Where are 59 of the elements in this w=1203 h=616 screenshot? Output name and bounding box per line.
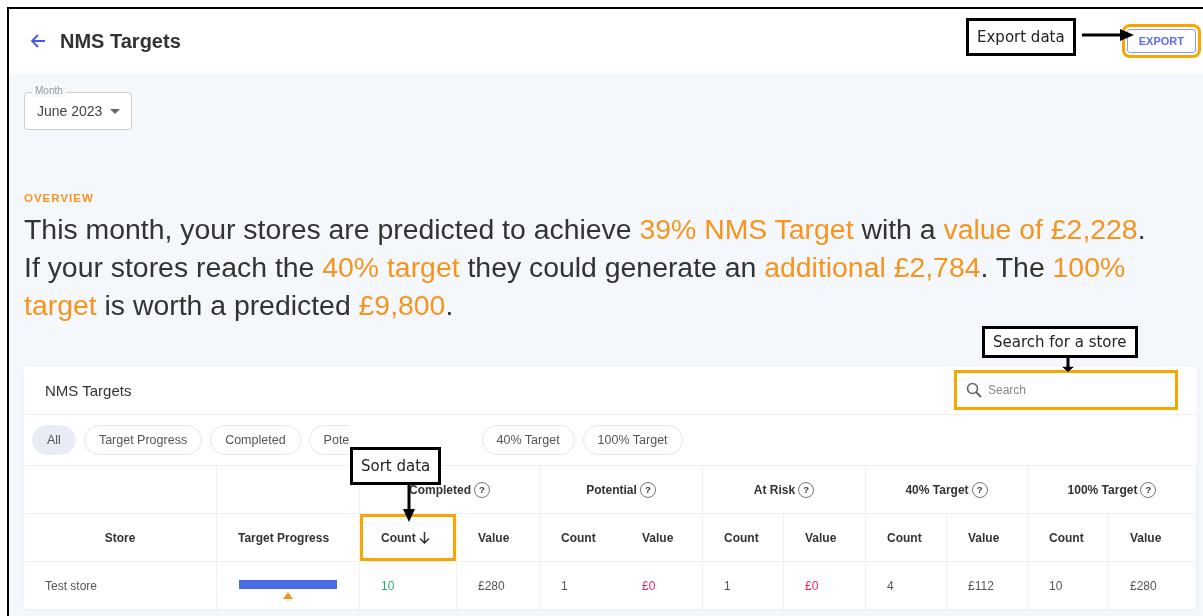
column-group-label: Potential xyxy=(586,482,637,497)
column-label: Value xyxy=(642,530,674,545)
column-header: Target Progress xyxy=(217,514,360,562)
back-arrow-icon[interactable] xyxy=(30,33,46,49)
column-label: Value xyxy=(1130,530,1162,545)
callout-label: Export data xyxy=(966,18,1076,56)
filter-chip[interactable]: 100% Target xyxy=(582,425,683,455)
filter-chip[interactable]: 40% Target xyxy=(481,425,575,455)
table-cell: £112 xyxy=(947,562,1028,610)
column-header[interactable]: Value xyxy=(784,514,866,562)
table-cell: £0 xyxy=(784,562,866,610)
column-header[interactable]: Value xyxy=(947,514,1028,562)
table-cell: 1 xyxy=(703,562,784,610)
callout-label: Sort data xyxy=(350,447,442,485)
callout-label: Search for a store xyxy=(982,326,1138,358)
filter-chip[interactable]: Target Progress xyxy=(83,425,203,455)
column-label: Value xyxy=(968,530,1000,545)
card-title: NMS Targets xyxy=(45,381,132,399)
column-group-label: 100% Target xyxy=(1067,482,1138,497)
column-label: Count xyxy=(381,530,416,545)
table-cell: £0 xyxy=(621,562,703,610)
filter-chip[interactable]: Completed xyxy=(210,425,301,455)
table-cell: 10 xyxy=(1028,562,1109,610)
column-header[interactable]: Count xyxy=(1028,514,1109,562)
search-field[interactable]: Search xyxy=(954,370,1178,410)
filter-chip[interactable]: All xyxy=(32,425,76,455)
month-value: June 2023 xyxy=(37,103,103,119)
table-cell: 4 xyxy=(866,562,947,610)
field-label: Month xyxy=(32,84,66,98)
target-marker-icon xyxy=(283,592,293,599)
column-group-label: At Risk xyxy=(753,482,796,497)
column-label: Count xyxy=(887,530,922,545)
table-cell: £280 xyxy=(457,562,540,610)
callout-arrow xyxy=(1062,357,1074,372)
column-label: Count xyxy=(1049,530,1084,545)
table-cell: 1 xyxy=(540,562,621,610)
column-label: Value xyxy=(805,530,837,545)
column-label: Value xyxy=(478,530,510,545)
callout-arrow xyxy=(1082,29,1134,41)
column-header[interactable]: Count xyxy=(866,514,947,562)
column-header: Store xyxy=(24,514,217,562)
column-header[interactable]: Value xyxy=(1109,514,1197,562)
column-header[interactable]: Value xyxy=(457,514,540,562)
page-title: NMS Targets xyxy=(60,29,181,53)
column-header[interactable]: Count xyxy=(703,514,784,562)
filter-chip[interactable]: Pote xyxy=(308,425,349,455)
column-header[interactable]: Count xyxy=(540,514,621,562)
dropdown-caret-icon xyxy=(110,108,121,114)
column-header[interactable]: Value xyxy=(621,514,703,562)
column-label: Count xyxy=(561,530,596,545)
search-icon xyxy=(966,382,982,398)
column-header[interactable]: Count xyxy=(360,514,457,562)
table-cell: Test store xyxy=(24,562,217,610)
section-heading: OVERVIEW xyxy=(24,192,95,204)
table-cell: 10 xyxy=(360,562,457,610)
column-group-label: 40% Target xyxy=(905,482,969,497)
column-label: Count xyxy=(724,530,759,545)
table-cell: £280 xyxy=(1109,562,1197,610)
overview-text: This month, your stores are predicted to achieve 39% NMS Target with a value of £2,228. If your stores reach the 40% target they could generate an additional £2,784. The 100% target is worth a predicted £9,800. xyxy=(24,212,1147,323)
